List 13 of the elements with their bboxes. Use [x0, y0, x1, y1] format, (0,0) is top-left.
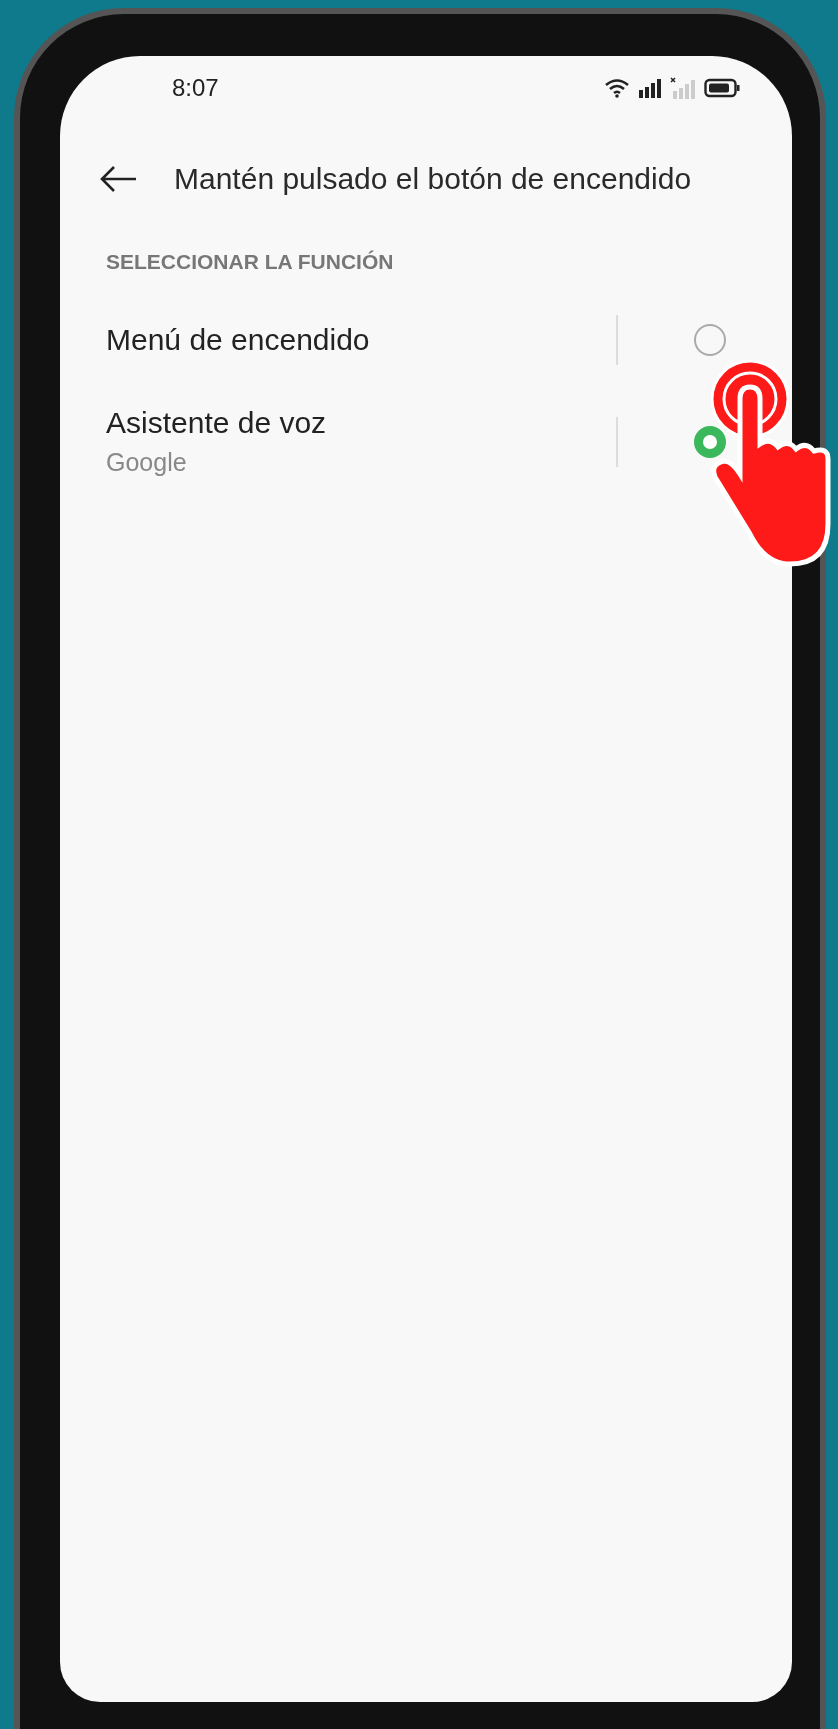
- wifi-icon: [604, 78, 630, 98]
- back-arrow-icon[interactable]: [98, 164, 138, 194]
- battery-icon: [704, 78, 740, 98]
- option-label[interactable]: Menú de encendido: [106, 323, 616, 357]
- radio-button[interactable]: [694, 425, 726, 458]
- radio-button[interactable]: [694, 324, 726, 356]
- option-label[interactable]: Asistente de voz: [106, 406, 616, 440]
- no-signal-icon: [670, 77, 696, 99]
- section-heading: SELECCIONAR LA FUNCIÓN: [105, 249, 395, 274]
- page-title: Mantén pulsado el botón de encendido: [174, 162, 692, 196]
- status-time: 8:07: [172, 74, 219, 102]
- signal-icon: [638, 78, 662, 98]
- option-subtitle: Google: [106, 448, 188, 477]
